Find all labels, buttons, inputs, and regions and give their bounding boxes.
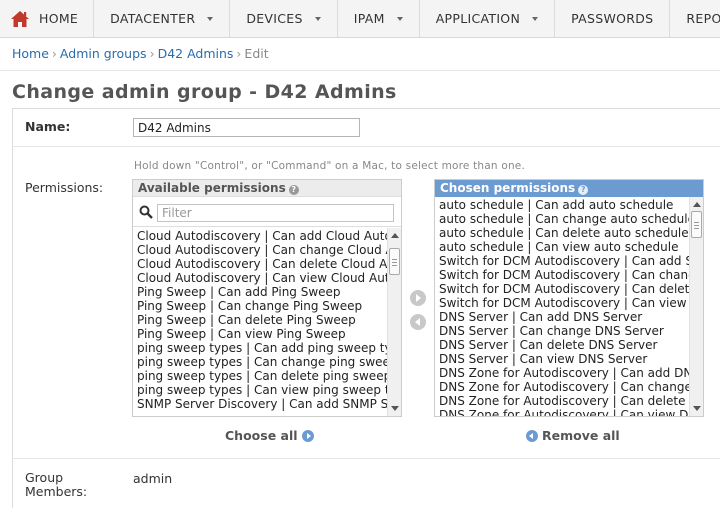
arrow-right-icon — [301, 429, 314, 442]
remove-permission-button[interactable] — [410, 314, 426, 330]
nav-application[interactable]: APPLICATION — [420, 0, 556, 37]
breadcrumb-home[interactable]: Home — [12, 46, 49, 61]
scroll-up-icon[interactable] — [391, 233, 399, 238]
scroll-thumb[interactable] — [389, 248, 400, 275]
nav-devices-label: DEVICES — [246, 11, 303, 26]
permission-option[interactable]: Switch for DCM Autodiscovery | Can chang… — [435, 268, 691, 282]
remove-all-label: Remove all — [542, 428, 620, 443]
chosen-permissions-title: Chosen permissions — [440, 181, 576, 195]
scroll-down-icon[interactable] — [391, 406, 399, 411]
nav-application-label: APPLICATION — [435, 11, 521, 26]
permission-option[interactable]: Ping Sweep | Can view Ping Sweep — [133, 327, 389, 341]
permission-option[interactable]: Switch for DCM Autodiscovery | Can delet… — [435, 282, 691, 296]
chosen-permissions-header: Chosen permissions? — [435, 180, 703, 197]
nav-passwords-label: PASSWORDS — [571, 11, 654, 26]
nav-datacenter-label: DATACENTER — [110, 11, 196, 26]
chevron-down-icon — [396, 16, 403, 21]
breadcrumb-admin-groups[interactable]: Admin groups — [60, 46, 147, 61]
breadcrumb-separator: › — [236, 46, 242, 61]
permission-option[interactable]: DNS Zone for Autodiscovery | Can delete … — [435, 394, 691, 408]
remove-all-link[interactable]: Remove all — [526, 428, 620, 443]
permission-option[interactable]: DNS Server | Can delete DNS Server — [435, 338, 691, 352]
filter-row — [133, 197, 401, 227]
name-label: Name: — [25, 119, 71, 134]
permission-option[interactable]: ping sweep types | Can add ping sweep ty… — [133, 341, 389, 355]
multi-select-help-text: Hold down "Control", or "Command" on a M… — [134, 160, 525, 172]
permission-option[interactable]: DNS Server | Can view DNS Server — [435, 352, 691, 366]
permission-option[interactable]: Switch for DCM Autodiscovery | Can view … — [435, 296, 691, 310]
permission-option[interactable]: Ping Sweep | Can add Ping Sweep — [133, 285, 389, 299]
nav-devices[interactable]: DEVICES — [230, 0, 338, 37]
group-members-value: admin — [133, 471, 173, 486]
permission-option[interactable]: DNS Zone for Autodiscovery | Can view DN… — [435, 408, 691, 416]
breadcrumb: Home › Admin groups › D42 Admins › Edit — [12, 46, 269, 61]
chevron-down-icon — [314, 16, 321, 21]
permission-option[interactable]: SNMP Server Discovery | Can add SNMP Ser… — [133, 397, 389, 411]
permission-option[interactable]: ping sweep types | Can view ping sweep t… — [133, 383, 389, 397]
permission-option[interactable]: Ping Sweep | Can change Ping Sweep — [133, 299, 389, 313]
breadcrumb-current: Edit — [244, 46, 269, 61]
page-title: Change admin group - D42 Admins — [12, 81, 397, 103]
permission-option[interactable]: DNS Zone for Autodiscovery | Can change … — [435, 380, 691, 394]
choose-all-link[interactable]: Choose all — [225, 428, 314, 443]
available-permissions-list[interactable]: Cloud Autodiscovery | Can add Cloud Auto… — [133, 229, 389, 416]
permission-option[interactable]: Cloud Autodiscovery | Can add Cloud Auto… — [133, 229, 389, 243]
name-row: Name: — [13, 109, 720, 147]
breadcrumb-separator: › — [149, 46, 155, 61]
permission-option[interactable]: ping sweep types | Can change ping sweep… — [133, 355, 389, 369]
available-scrollbar[interactable] — [387, 228, 401, 416]
permission-option[interactable]: auto schedule | Can change auto schedule — [435, 212, 691, 226]
help-icon[interactable]: ? — [288, 185, 299, 195]
admin-group-form: Name: Hold down "Control", or "Command" … — [12, 108, 720, 508]
section-divider — [13, 458, 720, 459]
available-permissions-title: Available permissions — [138, 181, 286, 195]
breadcrumb-divider — [0, 70, 720, 71]
chosen-permissions-list[interactable]: auto schedule | Can add auto schedule aut… — [435, 198, 691, 416]
permission-option[interactable]: auto schedule | Can view auto schedule — [435, 240, 691, 254]
permission-option[interactable]: DNS Zone for Autodiscovery | Can add DNS… — [435, 366, 691, 380]
nav-reports[interactable]: REPORTS — [670, 0, 720, 37]
permission-option[interactable]: DNS Server | Can add DNS Server — [435, 310, 691, 324]
breadcrumb-separator: › — [51, 46, 57, 61]
permission-option[interactable]: DNS Server | Can change DNS Server — [435, 324, 691, 338]
chevron-down-icon — [532, 16, 539, 21]
filter-input[interactable] — [157, 204, 394, 222]
permission-option[interactable]: Switch for DCM Autodiscovery | Can add S… — [435, 254, 691, 268]
scroll-up-icon[interactable] — [693, 202, 701, 207]
available-permissions-box: Available permissions? Cloud Autodiscove… — [132, 179, 402, 417]
nav-home[interactable]: HOME — [0, 0, 95, 37]
home-icon — [11, 10, 29, 27]
available-permissions-header: Available permissions? — [133, 180, 401, 197]
scroll-down-icon[interactable] — [693, 406, 701, 411]
permission-option[interactable]: auto schedule | Can add auto schedule — [435, 198, 691, 212]
chevron-down-icon — [207, 16, 214, 21]
arrow-left-icon — [526, 429, 538, 442]
search-icon — [139, 205, 153, 219]
choose-all-label: Choose all — [225, 428, 298, 443]
permission-option[interactable]: Ping Sweep | Can delete Ping Sweep — [133, 313, 389, 327]
scroll-thumb[interactable] — [691, 211, 702, 238]
chosen-scrollbar[interactable] — [689, 197, 703, 416]
permission-option[interactable]: Cloud Autodiscovery | Can change Cloud A… — [133, 243, 389, 257]
permission-option[interactable]: Cloud Autodiscovery | Can delete Cloud A… — [133, 257, 389, 271]
chosen-permissions-box: Chosen permissions? auto schedule | Can … — [434, 179, 704, 417]
nav-home-label: HOME — [39, 11, 79, 26]
nav-reports-label: REPORTS — [686, 11, 720, 26]
group-members-label: Group Members: — [25, 470, 88, 499]
permission-option[interactable]: auto schedule | Can delete auto schedule — [435, 226, 691, 240]
name-input[interactable] — [133, 118, 360, 137]
breadcrumb-group[interactable]: D42 Admins — [158, 46, 234, 61]
nav-datacenter[interactable]: DATACENTER — [94, 0, 231, 37]
nav-passwords[interactable]: PASSWORDS — [555, 0, 671, 37]
top-navigation: HOME DATACENTER DEVICES IPAM APPLICATION… — [0, 0, 720, 38]
nav-ipam[interactable]: IPAM — [338, 0, 420, 37]
add-permission-button[interactable] — [410, 290, 426, 306]
help-icon[interactable]: ? — [578, 185, 589, 195]
permission-option[interactable]: ping sweep types | Can delete ping sweep… — [133, 369, 389, 383]
permissions-label: Permissions: — [25, 180, 104, 195]
nav-ipam-label: IPAM — [353, 11, 385, 26]
permission-option[interactable]: Cloud Autodiscovery | Can view Cloud Aut… — [133, 271, 389, 285]
